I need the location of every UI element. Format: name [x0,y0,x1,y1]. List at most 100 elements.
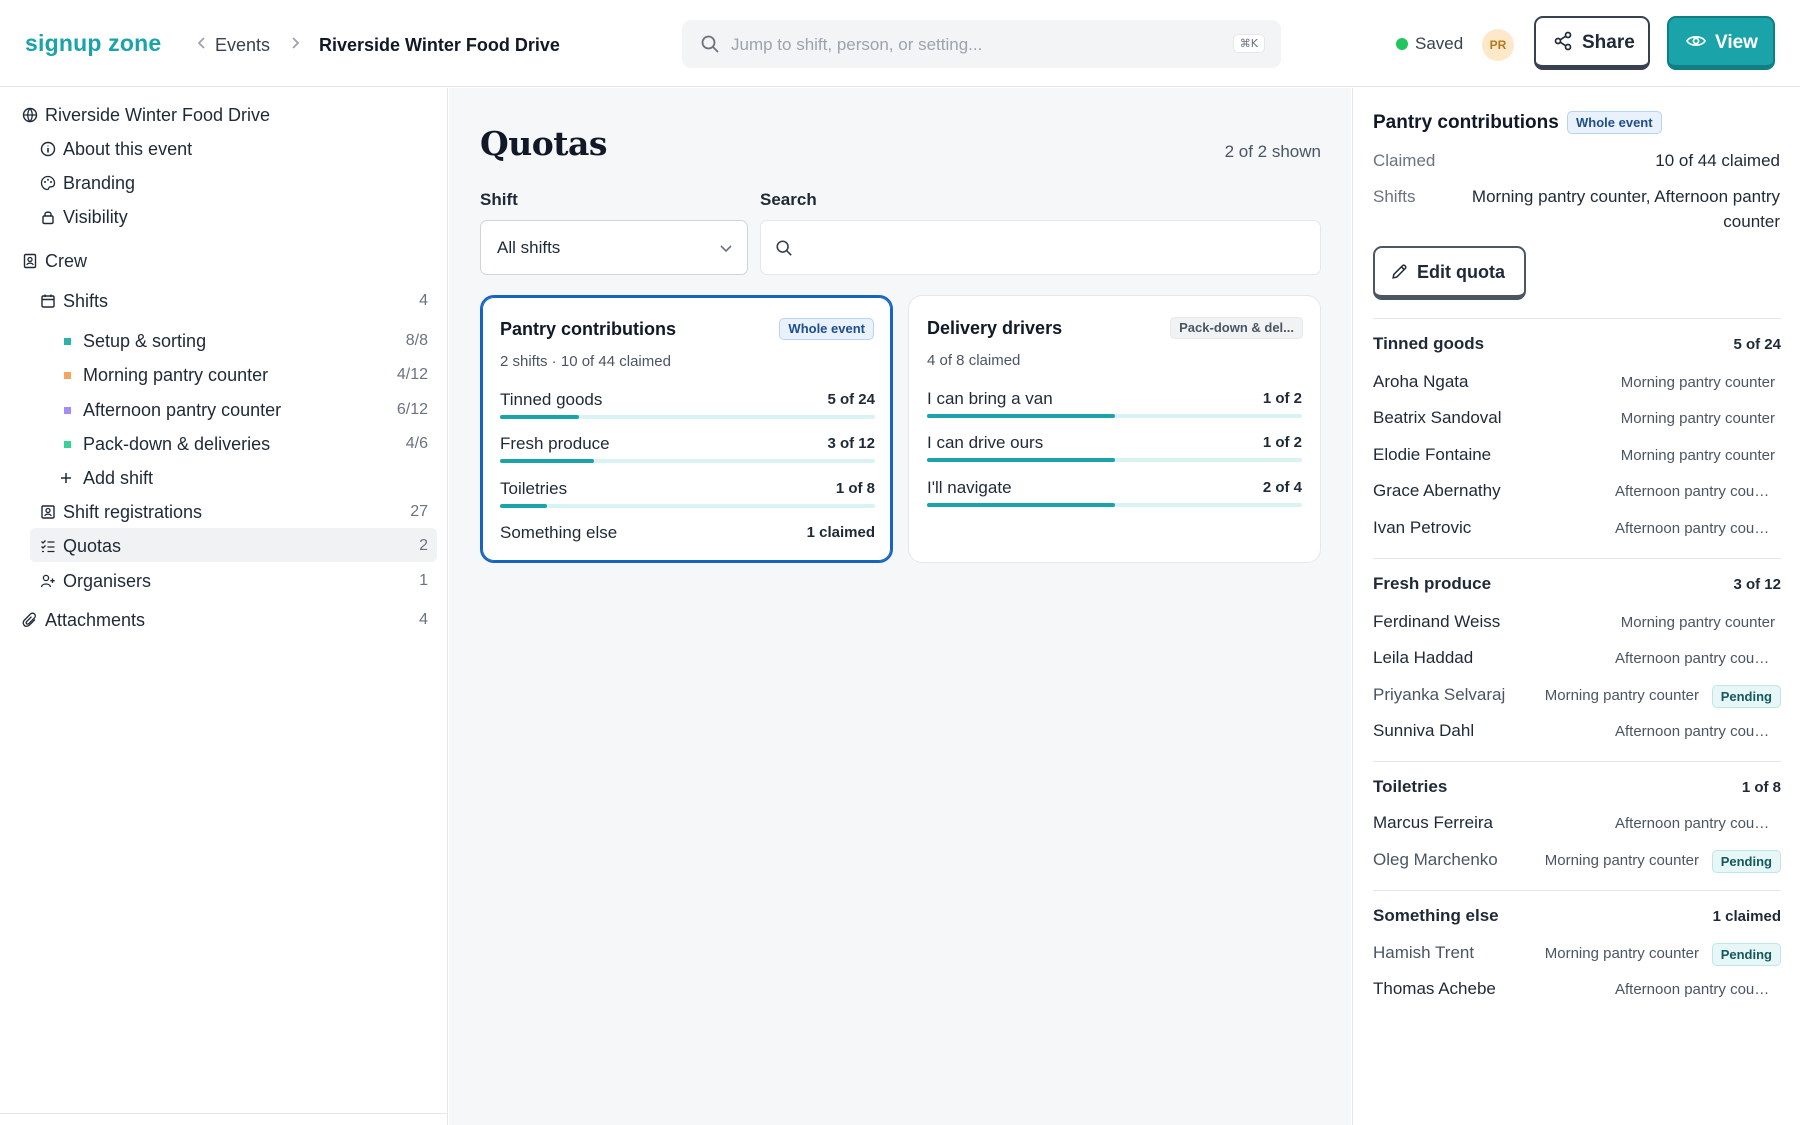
edit-quota-button[interactable]: Edit quota [1373,246,1526,300]
scope-badge: Whole event [1567,111,1662,134]
status-dot-icon [1396,38,1408,50]
claimant-row[interactable]: Oleg Marchenko Morning pantry counter Pend… [1373,850,1781,876]
quota-search-input[interactable] [760,220,1321,275]
claimant-row[interactable]: Leila Haddad Afternoon pantry counter [1373,648,1781,674]
claimant-row[interactable]: Aroha Ngata Morning pantry counter [1373,372,1781,398]
shortcut-hint: ⌘K [1232,34,1265,53]
quota-card-title: Pantry contributions [500,319,677,339]
calendar-icon [38,293,58,309]
claim-group-title: Toiletries [1373,777,1448,796]
eye-icon [1686,32,1706,56]
sidebar-item-visibility[interactable]: Visibility [38,202,128,232]
shift-color-swatch [64,440,71,448]
detail-title: Pantry contributions [1373,112,1559,133]
share-icon [1553,31,1573,57]
main-content: Quotas 2 of 2 shown Shift Search All shi… [449,88,1351,1125]
shift-color-swatch [64,371,71,379]
save-status: Saved [1396,34,1463,54]
sidebar-item-shifts[interactable]: Shifts 4 [38,286,428,316]
claimed-value: 10 of 44 claimed [1655,151,1780,170]
quota-card-summary: 4 of 8 claimed [927,352,1021,369]
top-bar: signup zone Events Riverside Winter Food… [0,0,1800,87]
avatar[interactable]: PR [1482,29,1514,61]
shift-filter-label: Shift [480,190,518,209]
search-placeholder: Jump to shift, person, or setting... [731,35,983,54]
sidebar-item-event[interactable]: Riverside Winter Food Drive [20,100,270,130]
sidebar-item-attachments[interactable]: Attachments 4 [20,605,428,635]
claimant-row[interactable]: Ivan Petrovic Afternoon pantry counter [1373,518,1781,544]
quota-card-drivers[interactable]: Delivery drivers Pack-down & del... 4 of… [908,295,1321,563]
id-card-icon [38,504,58,520]
chevron-left-icon[interactable] [197,36,207,53]
claimant-row[interactable]: Marcus Ferreira Afternoon pantry counter [1373,813,1781,839]
checklist-icon [38,538,58,554]
share-button[interactable]: Share [1534,16,1650,70]
progress-bar [927,503,1302,507]
paperclip-icon [20,612,40,628]
search-icon [775,239,793,262]
claimant-row[interactable]: Priyanka Selvaraj Morning pantry counter P… [1373,685,1781,711]
progress-bar [927,458,1302,462]
pencil-icon [1391,263,1408,285]
shift-filter-select[interactable]: All shifts [480,220,748,275]
sidebar-item-quotas[interactable]: Quotas 2 [38,531,428,561]
detail-panel: Pantry contributions Whole event Claimed… [1352,88,1800,1125]
sidebar: Riverside Winter Food Drive About this e… [0,88,448,1125]
claim-group-count: 1 claimed [1712,908,1781,925]
divider [1373,558,1781,559]
claimant-row[interactable]: Elodie Fontaine Morning pantry counter [1373,445,1781,471]
divider [1373,318,1781,319]
progress-bar [500,504,875,508]
breadcrumb-events-link[interactable]: Events [215,35,270,56]
claimant-row[interactable]: Hamish Trent Morning pantry counter Pendin… [1373,943,1781,969]
progress-bar [500,459,875,463]
sidebar-item-shift[interactable]: Pack-down & deliveries 4/6 [60,429,428,459]
search-filter-label: Search [760,190,817,209]
sidebar-item-shift[interactable]: Afternoon pantry counter 6/12 [60,395,428,425]
pending-badge: Pending [1711,850,1781,873]
chevron-right-icon [290,36,300,53]
sidebar-item-shift[interactable]: Morning pantry counter 4/12 [60,360,428,390]
claimant-row[interactable]: Ferdinand Weiss Morning pantry counter [1373,612,1781,638]
results-count: 2 of 2 shown [1224,142,1321,161]
divider [1373,761,1781,762]
claim-group-title: Fresh produce [1373,574,1492,593]
claimant-row[interactable]: Thomas Achebe Afternoon pantry counter [1373,979,1781,1005]
sidebar-item-organisers[interactable]: Organisers 1 [38,566,428,596]
sidebar-item-about[interactable]: About this event [38,134,192,164]
sidebar-item-crew[interactable]: Crew [20,246,87,276]
global-search[interactable]: Jump to shift, person, or setting... ⌘K [682,20,1281,68]
sidebar-divider [0,1113,447,1114]
progress-bar [927,414,1302,418]
claimant-row[interactable]: Beatrix Sandoval Morning pantry counter [1373,408,1781,434]
scope-badge: Pack-down & del... [1170,317,1303,339]
quota-card-pantry[interactable]: Pantry contributions Whole event 2 shift… [480,295,893,563]
search-icon [700,34,720,59]
scope-badge: Whole event [779,318,874,340]
claim-group-count: 1 of 8 [1741,779,1781,796]
claim-group-count: 3 of 12 [1733,576,1781,593]
divider [1373,890,1781,891]
chevron-down-icon [719,240,733,260]
sidebar-item-registrations[interactable]: Shift registrations 27 [38,497,428,527]
claimant-row[interactable]: Sunniva Dahl Afternoon pantry counter [1373,721,1781,747]
shifts-label: Shifts [1373,187,1416,206]
brand-logo[interactable]: signup zone [25,30,161,57]
breadcrumb-current: Riverside Winter Food Drive [319,35,560,55]
claimant-row[interactable]: Grace Abernathy Afternoon pantry counter [1373,481,1781,507]
quota-card-summary: 2 shifts · 10 of 44 claimed [500,353,671,370]
view-button[interactable]: View [1667,16,1775,70]
palette-icon [38,175,58,191]
quota-card-title: Delivery drivers [927,318,1063,338]
claim-group-title: Something else [1373,906,1499,925]
claim-group-count: 5 of 24 [1733,336,1781,353]
shift-color-swatch [64,406,71,414]
badge-icon [20,253,40,269]
sidebar-item-shift[interactable]: Setup & sorting 8/8 [60,326,428,356]
progress-bar [500,415,875,419]
shifts-value-line-2: counter [1723,212,1780,231]
add-shift-button[interactable]: Add shift [60,463,153,493]
sidebar-item-branding[interactable]: Branding [38,168,135,198]
pending-badge: Pending [1711,943,1781,966]
shift-color-swatch [64,337,71,345]
